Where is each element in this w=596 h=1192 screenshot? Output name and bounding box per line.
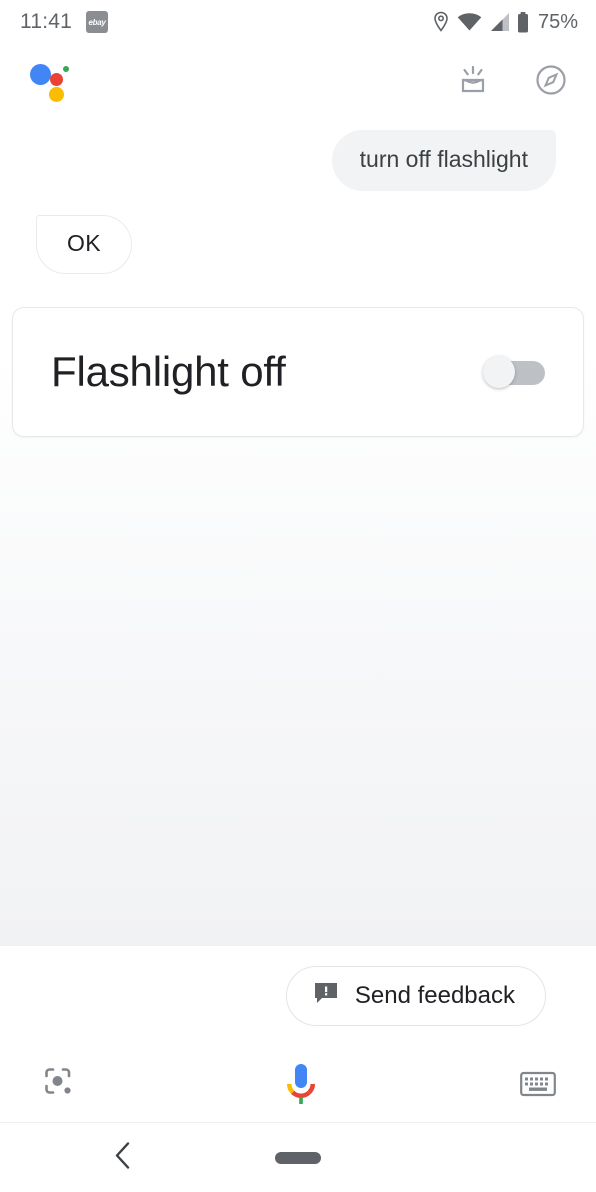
feedback-row: Send feedback <box>0 946 596 1026</box>
battery-percent: 75% <box>537 10 578 33</box>
user-message-row: turn off flashlight <box>0 116 596 191</box>
assistant-logo-red-dot <box>50 73 63 86</box>
status-bar-right: 75% <box>432 11 578 34</box>
ebay-notification-icon: ebay <box>86 11 108 33</box>
assistant-reply-bubble: OK <box>36 215 132 274</box>
user-message-bubble: turn off flashlight <box>331 130 556 191</box>
home-pill[interactable] <box>275 1151 321 1164</box>
microphone-icon[interactable] <box>278 1059 324 1109</box>
status-bar-left: 11:41 ebay <box>20 10 108 34</box>
app-header <box>0 44 596 116</box>
flashlight-toggle[interactable] <box>483 356 545 388</box>
device-card-title: Flashlight off <box>51 348 286 395</box>
toggle-knob <box>483 356 515 388</box>
explore-icon[interactable] <box>532 61 570 99</box>
assistant-screen: 11:41 ebay 75% turn off flashlight OK Fl… <box>0 0 596 1192</box>
status-time: 11:41 <box>20 10 72 33</box>
assistant-logo-blue-dot <box>30 64 51 85</box>
lens-icon[interactable] <box>40 1063 82 1105</box>
input-action-bar <box>0 1046 596 1122</box>
cellular-signal-icon <box>489 12 510 32</box>
send-feedback-label: Send feedback <box>354 981 515 1009</box>
google-assistant-logo[interactable] <box>30 61 70 102</box>
footer: Send feedback <box>0 946 596 1122</box>
wifi-icon <box>457 12 482 32</box>
back-icon[interactable] <box>112 1140 134 1175</box>
flashlight-device-card[interactable]: Flashlight off <box>12 307 584 437</box>
snapshot-icon[interactable] <box>454 61 492 99</box>
system-navigation-bar <box>0 1122 596 1192</box>
assistant-reply-row: OK <box>0 191 596 274</box>
conversation-area: turn off flashlight OK Flashlight off <box>0 116 596 946</box>
assistant-logo-green-dot <box>63 66 69 72</box>
header-actions <box>454 61 570 99</box>
keyboard-icon[interactable] <box>520 1070 556 1098</box>
location-pin-icon <box>432 11 450 33</box>
status-bar: 11:41 ebay 75% <box>0 0 596 44</box>
battery-icon <box>517 11 529 33</box>
assistant-logo-yellow-dot <box>49 87 64 102</box>
send-feedback-button[interactable]: Send feedback <box>285 966 546 1026</box>
feedback-bubble-icon <box>313 980 339 1011</box>
